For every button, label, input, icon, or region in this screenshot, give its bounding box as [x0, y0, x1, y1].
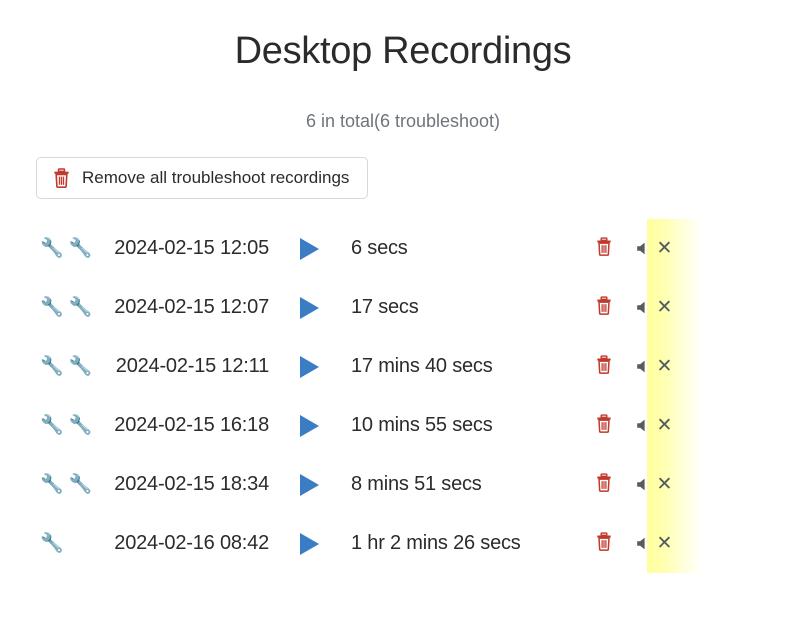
table-row: 🔧 2024-02-16 08:42 1 hr 2 mins 26 secs ✕ — [0, 514, 806, 573]
trash-icon — [596, 237, 612, 261]
speaker-muted-icon[interactable] — [636, 300, 651, 315]
troubleshoot-flags: 🔧 — [0, 534, 64, 553]
close-icon[interactable]: ✕ — [657, 298, 673, 317]
recording-date: 2024-02-15 16:18 — [114, 414, 269, 437]
wrench-icon: 🔧 — [40, 533, 64, 555]
table-row: 🔧 🔧 2024-02-15 18:34 8 mins 51 secs ✕ — [0, 455, 806, 514]
close-icon[interactable]: ✕ — [657, 534, 673, 553]
recording-date: 2024-02-16 08:42 — [114, 532, 269, 555]
play-recording-button[interactable] — [269, 414, 349, 437]
play-icon[interactable] — [299, 355, 319, 378]
recording-date: 2024-02-15 18:34 — [114, 473, 269, 496]
table-row: 🔧 🔧 2024-02-15 12:05 6 secs ✕ — [0, 219, 806, 278]
audio-controls: ✕ — [626, 416, 682, 435]
recording-duration: 17 secs — [351, 296, 419, 319]
close-icon[interactable]: ✕ — [657, 475, 673, 494]
speaker-muted-icon[interactable] — [636, 536, 651, 551]
recording-date: 2024-02-15 12:07 — [114, 296, 269, 319]
recordings-count-summary: 6 in total(6 troubleshoot) — [305, 111, 501, 131]
speaker-muted-icon[interactable] — [636, 418, 651, 433]
wrench-icon: 🔧 — [40, 474, 64, 496]
delete-recording-button[interactable] — [581, 414, 626, 438]
close-icon[interactable]: ✕ — [657, 239, 673, 258]
recordings-list: 🔧 🔧 2024-02-15 12:05 6 secs ✕ 🔧 🔧 2024-0… — [0, 219, 806, 574]
wrench-icon: 🔧 — [40, 415, 64, 437]
play-icon[interactable] — [299, 532, 319, 555]
close-icon[interactable]: ✕ — [657, 416, 673, 435]
troubleshoot-flags: 🔧 🔧 — [0, 474, 92, 496]
delete-recording-button[interactable] — [581, 532, 626, 556]
table-row: 🔧 🔧 2024-02-15 16:18 10 mins 55 secs ✕ — [0, 396, 806, 455]
trash-icon — [596, 473, 612, 497]
play-recording-button[interactable] — [269, 237, 349, 260]
audio-controls: ✕ — [626, 298, 682, 317]
wrench-icon: 🔧 — [40, 238, 64, 260]
audio-controls: ✕ — [626, 239, 682, 258]
remove-all-button-label: Remove all troubleshoot recordings — [82, 168, 350, 187]
troubleshoot-flags: 🔧 🔧 — [0, 297, 92, 319]
wrench-icon: 🔧 — [40, 297, 64, 319]
recording-duration: 6 secs — [351, 237, 408, 260]
trash-icon — [596, 532, 612, 556]
troubleshoot-flags: 🔧 🔧 — [0, 415, 92, 437]
play-recording-button[interactable] — [269, 473, 349, 496]
trash-icon — [596, 414, 612, 438]
trash-icon — [596, 296, 612, 320]
wrench-icon: 🔧 — [40, 356, 64, 378]
delete-recording-button[interactable] — [581, 237, 626, 261]
trash-icon — [53, 168, 70, 189]
recording-duration: 1 hr 2 mins 26 secs — [351, 532, 521, 555]
speaker-muted-icon[interactable] — [636, 241, 651, 256]
delete-recording-button[interactable] — [581, 355, 626, 379]
play-icon[interactable] — [299, 414, 319, 437]
troubleshoot-flags: 🔧 🔧 — [0, 356, 92, 378]
play-icon[interactable] — [299, 296, 319, 319]
table-row: 🔧 🔧 2024-02-15 12:07 17 secs ✕ — [0, 278, 806, 337]
play-recording-button[interactable] — [269, 296, 349, 319]
audio-controls: ✕ — [626, 534, 682, 553]
trash-icon — [596, 355, 612, 379]
recording-duration: 17 mins 40 secs — [351, 355, 493, 378]
speaker-muted-icon[interactable] — [636, 477, 651, 492]
recording-date: 2024-02-15 12:11 — [115, 355, 269, 378]
audio-controls: ✕ — [626, 475, 682, 494]
toolbar: Remove all troubleshoot recordings — [0, 132, 806, 200]
close-icon[interactable]: ✕ — [657, 357, 673, 376]
play-icon[interactable] — [299, 237, 319, 260]
play-recording-button[interactable] — [269, 355, 349, 378]
play-icon[interactable] — [299, 473, 319, 496]
desktop-recordings-page: Desktop Recordings 6 in total(6 troubles… — [0, 0, 806, 644]
page-title: Desktop Recordings — [234, 30, 572, 72]
speaker-muted-icon[interactable] — [636, 359, 651, 374]
recording-duration: 10 mins 55 secs — [351, 414, 493, 437]
troubleshoot-flags: 🔧 🔧 — [0, 238, 92, 260]
remove-all-troubleshoot-recordings-button[interactable]: Remove all troubleshoot recordings — [36, 157, 369, 200]
table-row: 🔧 🔧 2024-02-15 12:11 17 mins 40 secs ✕ — [0, 337, 806, 396]
delete-recording-button[interactable] — [581, 473, 626, 497]
recording-date: 2024-02-15 12:05 — [114, 237, 269, 260]
audio-controls: ✕ — [626, 357, 682, 376]
recording-duration: 8 mins 51 secs — [351, 473, 482, 496]
play-recording-button[interactable] — [269, 532, 349, 555]
delete-recording-button[interactable] — [581, 296, 626, 320]
